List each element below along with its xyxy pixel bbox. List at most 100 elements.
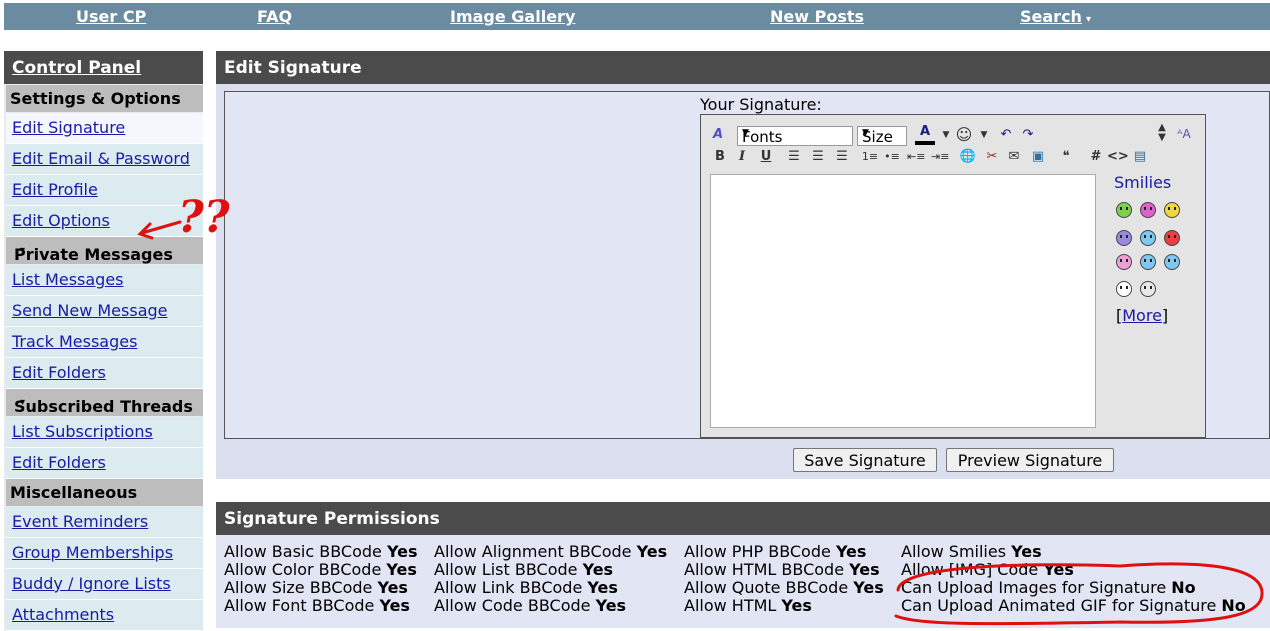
tongue-smiley-icon[interactable] <box>1140 202 1156 218</box>
permission-item: Allow [IMG] Code Yes <box>901 560 1074 579</box>
signature-form-area: Your Signature: A Fonts ▼ Size ▼ A ▼ ☺ ▼ ↶… <box>224 91 1270 439</box>
sidebar-item-edit-signature[interactable]: Edit Signature <box>6 113 203 144</box>
sidebar-item-send-new-message[interactable]: Send New Message <box>6 296 203 327</box>
insert-link-icon[interactable]: 🌐 <box>959 148 977 166</box>
permission-item: Allow Quote BBCode Yes <box>684 578 884 597</box>
align-center-icon[interactable]: ☰ <box>809 148 827 166</box>
chevron-down-icon[interactable]: ▼ <box>937 126 955 144</box>
mad-smiley-icon[interactable] <box>1164 230 1180 246</box>
underline-icon[interactable]: U <box>757 148 775 166</box>
sidebar-item-attachments[interactable]: Attachments <box>6 600 203 631</box>
signature-permissions-panel: Signature Permissions Allow Basic BBCode… <box>216 502 1270 628</box>
font-color-icon[interactable]: A <box>913 123 937 145</box>
control-panel-title: Control Panel <box>4 51 203 84</box>
sidebar-item-group-memberships[interactable]: Group Memberships <box>6 538 203 569</box>
top-navbar: User CP FAQ Image Gallery New Posts Sear… <box>4 3 1270 30</box>
eek-smiley-icon[interactable] <box>1140 281 1156 297</box>
permission-item: Can Upload Images for Signature No <box>901 578 1196 597</box>
nav-search-menu[interactable]: Search ▾ <box>1020 7 1091 26</box>
sidebar-heading-subscribed-threads[interactable]: Subscribed Threads ▾ <box>6 389 203 416</box>
undo-icon[interactable]: ↶ <box>997 126 1015 144</box>
sad-smiley-icon[interactable] <box>1116 230 1132 246</box>
chevron-down-icon[interactable]: ▼ <box>975 126 993 144</box>
nav-new-posts-link[interactable]: New Posts <box>770 7 864 26</box>
permission-item: Allow List BBCode Yes <box>434 560 614 579</box>
nav-search-link[interactable]: Search <box>1020 7 1082 26</box>
sidebar-item-edit-options[interactable]: Edit Options <box>6 206 203 237</box>
sidebar-item-edit-email-password[interactable]: Edit Email & Password <box>6 144 203 175</box>
wrap-quote-icon[interactable]: ❝ <box>1057 148 1075 166</box>
edit-signature-title: Edit Signature <box>224 58 362 78</box>
wrap-code-icon[interactable]: # <box>1087 148 1105 166</box>
ordered-list-icon[interactable]: 1≡ <box>861 148 879 166</box>
sidebar-item-track-messages[interactable]: Track Messages <box>6 327 203 358</box>
align-right-icon[interactable]: ☰ <box>833 148 851 166</box>
fonts-select[interactable]: Fonts ▼ <box>737 126 853 146</box>
size-select[interactable]: Size ▼ <box>857 126 907 146</box>
switch-mode-icon[interactable]: ᴬA <box>1175 125 1193 143</box>
nav-faq-link[interactable]: FAQ <box>257 7 292 26</box>
sidebar-item-list-messages[interactable]: List Messages <box>6 265 203 296</box>
more-smilies: [More] <box>1116 306 1169 325</box>
nav-image-gallery-link[interactable]: Image Gallery <box>450 7 575 26</box>
nav-user-cp-link[interactable]: User CP <box>76 7 146 26</box>
sidebar-item-list-subscriptions[interactable]: List Subscriptions <box>6 417 203 448</box>
rolleyes-smiley-icon[interactable] <box>1164 254 1180 270</box>
permission-item: Can Upload Animated GIF for Signature No <box>901 596 1246 615</box>
italic-icon[interactable]: I <box>733 148 751 166</box>
cool-smiley-icon[interactable] <box>1140 254 1156 270</box>
control-panel-sidebar: Control Panel Settings & Options Edit Si… <box>4 51 203 631</box>
permission-item: Allow Basic BBCode Yes <box>224 542 418 561</box>
insert-email-icon[interactable]: ✉ <box>1005 148 1023 166</box>
signature-permissions-header: Signature Permissions <box>216 502 1270 535</box>
sidebar-item-buddy-ignore-lists[interactable]: Buddy / Ignore Lists <box>6 569 203 600</box>
remove-link-icon[interactable]: ✂ <box>983 148 1001 166</box>
insert-image-icon[interactable]: ▣ <box>1029 148 1047 166</box>
permission-item: Allow Link BBCode Yes <box>434 578 618 597</box>
wink-smiley-icon[interactable] <box>1116 254 1132 270</box>
permission-item: Allow PHP BBCode Yes <box>684 542 867 561</box>
edit-signature-header: Edit Signature <box>216 51 1270 84</box>
collapse-arrow-icon[interactable]: ▾ <box>20 245 25 256</box>
sidebar-heading-miscellaneous: Miscellaneous <box>6 479 203 506</box>
sunglasses-smiley-icon[interactable] <box>1116 281 1132 297</box>
confused-smiley-icon[interactable] <box>1140 230 1156 246</box>
sidebar-item-edit-folders-subs[interactable]: Edit Folders <box>6 448 203 479</box>
wrap-php-icon[interactable]: ▤ <box>1131 148 1149 166</box>
sidebar-heading-private-messages[interactable]: Private Messages ▾ <box>6 237 203 264</box>
permission-item: Allow Color BBCode Yes <box>224 560 417 579</box>
more-smilies-link[interactable]: More <box>1122 306 1162 325</box>
sidebar-item-edit-profile[interactable]: Edit Profile <box>6 175 203 206</box>
smile-smiley-icon[interactable] <box>1164 202 1180 218</box>
save-signature-button[interactable]: Save Signature <box>793 448 937 472</box>
outdent-icon[interactable]: ⇤≡ <box>907 148 925 166</box>
signature-permissions-title: Signature Permissions <box>224 509 440 529</box>
edit-signature-panel: Edit Signature Your Signature: A Fonts ▼ … <box>216 51 1270 479</box>
smiley-menu-icon[interactable]: ☺ <box>955 126 973 144</box>
collapse-arrow-icon[interactable]: ▾ <box>20 397 25 408</box>
resize-arrows-icon[interactable]: ▲ ▼ <box>1153 123 1171 143</box>
your-signature-label: Your Signature: <box>700 95 822 114</box>
sidebar-item-event-reminders[interactable]: Event Reminders <box>6 507 203 538</box>
chevron-down-icon: ▾ <box>1085 14 1091 25</box>
wysiwyg-editor: A Fonts ▼ Size ▼ A ▼ ☺ ▼ ↶ ↷ ▲ ▼ ᴬA B I U ☰… <box>700 114 1206 438</box>
bold-icon[interactable]: B <box>711 148 729 166</box>
smilies-label: Smilies <box>1114 173 1172 192</box>
grin-smiley-icon[interactable] <box>1116 202 1132 218</box>
permission-item: Allow Alignment BBCode Yes <box>434 542 668 561</box>
preview-signature-button[interactable]: Preview Signature <box>946 448 1114 472</box>
remove-format-icon[interactable]: A <box>709 126 727 144</box>
permission-item: Allow HTML Yes <box>684 596 812 615</box>
permission-item: Allow Code BBCode Yes <box>434 596 627 615</box>
sidebar-item-edit-folders-pm[interactable]: Edit Folders <box>6 358 203 389</box>
permission-item: Allow Smilies Yes <box>901 542 1042 561</box>
sidebar-heading-settings: Settings & Options <box>6 85 203 112</box>
control-panel-link[interactable]: Control Panel <box>12 58 141 78</box>
chevron-down-icon: ▼ <box>862 128 869 138</box>
signature-textarea[interactable] <box>710 174 1096 428</box>
redo-icon[interactable]: ↷ <box>1019 126 1037 144</box>
indent-icon[interactable]: ⇥≡ <box>931 148 949 166</box>
unordered-list-icon[interactable]: •≡ <box>883 148 901 166</box>
align-left-icon[interactable]: ☰ <box>785 148 803 166</box>
wrap-html-icon[interactable]: <> <box>1107 148 1129 166</box>
